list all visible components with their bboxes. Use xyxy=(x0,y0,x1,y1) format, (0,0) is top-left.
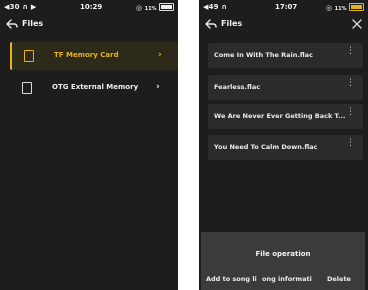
battery-icon xyxy=(159,3,174,11)
usb-drive-icon xyxy=(22,82,32,94)
header: Files xyxy=(199,15,368,35)
file-row[interactable]: We Are Never Ever Getting Back T... ⋮ xyxy=(208,104,363,129)
more-options-icon[interactable]: ⋮ xyxy=(346,108,355,117)
more-options-icon[interactable]: ⋮ xyxy=(346,139,355,148)
back-arrow-icon[interactable] xyxy=(205,18,217,30)
file-row[interactable]: Fearless.flac ⋮ xyxy=(208,75,363,100)
file-row[interactable]: You Need To Calm Down.flac ⋮ xyxy=(208,135,363,160)
page-title: Files xyxy=(221,19,243,28)
status-time: 10:29 xyxy=(80,3,103,11)
battery-icon xyxy=(349,3,364,11)
status-indicators: ◀30 ∩ ▶ xyxy=(4,3,37,11)
song-information-button[interactable]: ong informati xyxy=(262,275,312,283)
file-name: We Are Never Ever Getting Back T... xyxy=(214,112,346,120)
chevron-right-icon: › xyxy=(156,82,160,92)
status-battery: ◎ 11% xyxy=(136,3,174,12)
header: Files xyxy=(0,15,178,35)
status-battery: ◎ 11% xyxy=(326,3,364,12)
right-screen: ◀49 ∩ 17:07 ◎ 11% Files Come In With The… xyxy=(199,0,368,290)
file-name: You Need To Calm Down.flac xyxy=(214,143,318,151)
file-name: Come In With The Rain.flac xyxy=(214,51,313,59)
storage-item-label: OTG External Memory xyxy=(52,83,139,91)
file-name: Fearless.flac xyxy=(214,83,261,91)
storage-item-tf-card[interactable]: TF Memory Card › xyxy=(10,42,178,70)
sd-card-icon xyxy=(24,50,34,62)
storage-item-label: TF Memory Card xyxy=(54,51,119,59)
more-options-icon[interactable]: ⋮ xyxy=(346,47,355,56)
wifi-icon: ◎ xyxy=(326,4,333,12)
status-time: 17:07 xyxy=(275,3,298,11)
file-operation-sheet: File operation Add to song li ong inform… xyxy=(201,232,365,290)
wifi-icon: ◎ xyxy=(136,4,143,12)
page-title: Files xyxy=(22,19,44,28)
status-bar: ◀30 ∩ ▶ 10:29 ◎ 11% xyxy=(0,0,178,15)
sheet-title: File operation xyxy=(255,250,311,258)
storage-item-otg[interactable]: OTG External Memory › xyxy=(10,74,178,102)
chevron-right-icon: › xyxy=(158,50,162,60)
close-icon[interactable] xyxy=(352,19,362,29)
status-indicators: ◀49 ∩ xyxy=(203,3,228,11)
delete-button[interactable]: Delete xyxy=(327,275,351,283)
status-bar: ◀49 ∩ 17:07 ◎ 11% xyxy=(199,0,368,15)
more-options-icon[interactable]: ⋮ xyxy=(346,79,355,88)
file-row[interactable]: Come In With The Rain.flac ⋮ xyxy=(208,43,363,68)
left-screen: ◀30 ∩ ▶ 10:29 ◎ 11% Files TF Memory Card… xyxy=(0,0,178,290)
back-arrow-icon[interactable] xyxy=(6,18,18,30)
add-to-song-list-button[interactable]: Add to song li xyxy=(206,275,257,283)
